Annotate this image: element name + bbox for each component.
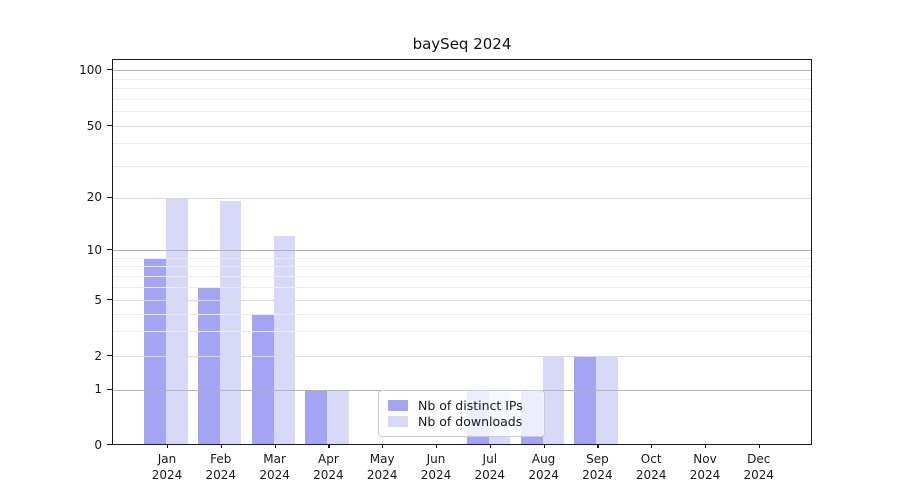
y-tick-label-5: 5 <box>56 293 102 307</box>
y-tick-mark-10 <box>107 249 112 250</box>
x-tick-label-sep: Sep2024 <box>582 451 613 483</box>
bar-downloads-sep <box>596 356 618 444</box>
gridline-60 <box>113 111 811 112</box>
legend: Nb of distinct IPs Nb of downloads <box>378 390 545 437</box>
legend-item-distinct-ips: Nb of distinct IPs <box>388 398 534 413</box>
bar-distinct-ips-sep <box>574 356 596 444</box>
x-tick-label-nov: Nov2024 <box>690 451 721 483</box>
x-tick-mark-nov <box>705 444 706 448</box>
gridline-7 <box>113 276 811 277</box>
y-tick-mark-0 <box>107 444 112 445</box>
gridline-10 <box>113 250 811 251</box>
x-tick-label-may: May2024 <box>367 451 398 483</box>
y-tick-label-2: 2 <box>56 349 102 363</box>
gridline-40 <box>113 143 811 144</box>
x-tick-mark-jan <box>167 444 168 448</box>
x-tick-mark-jul <box>490 444 491 448</box>
gridline-8 <box>113 266 811 267</box>
x-tick-label-jul: Jul2024 <box>475 451 506 483</box>
x-tick-label-jun: Jun2024 <box>421 451 452 483</box>
y-tick-label-20: 20 <box>56 190 102 204</box>
gridline-6 <box>113 287 811 288</box>
x-tick-label-oct: Oct2024 <box>636 451 667 483</box>
gridline-100 <box>113 70 811 71</box>
y-tick-mark-50 <box>107 125 112 126</box>
gridline-20 <box>113 198 811 199</box>
gridline-50 <box>113 126 811 127</box>
gridline-90 <box>113 79 811 80</box>
x-tick-label-dec: Dec2024 <box>744 451 775 483</box>
bar-distinct-ips-jan <box>144 258 166 444</box>
legend-label-downloads: Nb of downloads <box>418 414 522 429</box>
x-tick-mark-sep <box>597 444 598 448</box>
x-tick-label-aug: Aug2024 <box>528 451 559 483</box>
y-tick-label-50: 50 <box>56 119 102 133</box>
y-tick-label-100: 100 <box>56 63 102 77</box>
legend-swatch-distinct-ips-icon <box>388 400 408 411</box>
x-tick-mark-mar <box>275 444 276 448</box>
legend-item-downloads: Nb of downloads <box>388 414 534 429</box>
y-tick-mark-100 <box>107 69 112 70</box>
x-tick-mark-jun <box>436 444 437 448</box>
gridline-2 <box>113 356 811 357</box>
x-tick-mark-oct <box>651 444 652 448</box>
bar-distinct-ips-mar <box>252 314 274 444</box>
y-tick-label-10: 10 <box>56 243 102 257</box>
x-tick-mark-may <box>382 444 383 448</box>
x-tick-label-jan: Jan2024 <box>152 451 183 483</box>
x-tick-mark-aug <box>544 444 545 448</box>
x-tick-mark-feb <box>221 444 222 448</box>
x-tick-label-mar: Mar2024 <box>259 451 290 483</box>
y-tick-mark-1 <box>107 389 112 390</box>
gridline-9 <box>113 258 811 259</box>
x-tick-label-feb: Feb2024 <box>206 451 237 483</box>
bar-downloads-aug <box>543 356 565 444</box>
bar-distinct-ips-apr <box>305 390 327 445</box>
y-tick-mark-20 <box>107 197 112 198</box>
bar-downloads-jan <box>166 198 188 445</box>
figure: baySeq 2024 Nb of distinct IPs Nb of dow… <box>0 0 900 500</box>
gridline-4 <box>113 314 811 315</box>
gridline-70 <box>113 99 811 100</box>
gridline-5 <box>113 300 811 301</box>
bar-downloads-apr <box>327 390 349 445</box>
y-tick-label-1: 1 <box>56 382 102 396</box>
y-tick-mark-5 <box>107 299 112 300</box>
gridline-80 <box>113 88 811 89</box>
bar-downloads-feb <box>220 201 242 444</box>
bar-downloads-mar <box>274 236 296 444</box>
x-tick-label-apr: Apr2024 <box>313 451 344 483</box>
gridline-30 <box>113 166 811 167</box>
plot-area: Nb of distinct IPs Nb of downloads <box>112 59 812 445</box>
x-tick-mark-dec <box>759 444 760 448</box>
bar-distinct-ips-feb <box>198 287 220 444</box>
gridline-3 <box>113 331 811 332</box>
chart-title: baySeq 2024 <box>113 35 811 53</box>
y-tick-mark-2 <box>107 355 112 356</box>
y-tick-label-0: 0 <box>56 438 102 452</box>
x-tick-mark-apr <box>328 444 329 448</box>
legend-swatch-downloads-icon <box>388 416 408 427</box>
legend-label-distinct-ips: Nb of distinct IPs <box>418 398 523 413</box>
